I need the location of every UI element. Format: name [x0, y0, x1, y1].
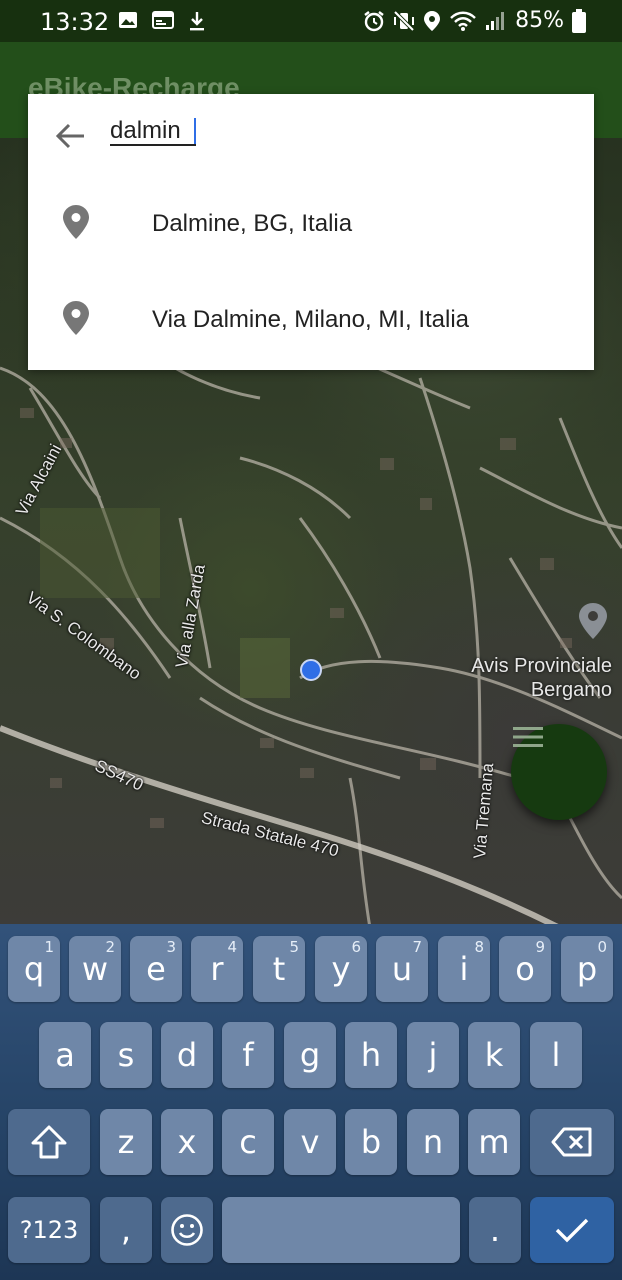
location-icon — [424, 10, 441, 31]
backspace-key[interactable] — [530, 1109, 614, 1175]
key-q[interactable]: q1 — [8, 936, 60, 1002]
search-result-item[interactable]: Dalmine, BG, Italia — [28, 176, 594, 272]
key-m[interactable]: m — [468, 1109, 520, 1175]
calendar-icon — [152, 11, 174, 29]
poi-city: Bergamo — [530, 679, 612, 701]
key-e[interactable]: e3 — [130, 936, 182, 1002]
key-a[interactable]: a — [39, 1022, 91, 1088]
key-r[interactable]: r4 — [191, 936, 243, 1002]
key-w[interactable]: w2 — [69, 936, 121, 1002]
shift-key[interactable] — [8, 1109, 90, 1175]
search-result-item[interactable]: Via Dalmine, Milano, MI, Italia — [28, 272, 594, 368]
location-pin-icon — [63, 205, 89, 239]
key-j[interactable]: j — [407, 1022, 459, 1088]
status-time: 13:32 — [40, 8, 110, 36]
download-icon — [190, 12, 204, 31]
key-f[interactable]: f — [222, 1022, 274, 1088]
battery-icon — [572, 8, 586, 33]
key-t[interactable]: t5 — [253, 936, 305, 1002]
emoji-key[interactable] — [161, 1197, 213, 1263]
location-pin-icon — [63, 301, 89, 335]
battery-percent: 85% — [515, 8, 564, 33]
emoji-icon — [171, 1214, 203, 1246]
checkmark-icon — [555, 1218, 589, 1243]
done-key[interactable] — [530, 1197, 614, 1263]
wifi-icon — [450, 11, 476, 31]
key-v[interactable]: v — [284, 1109, 336, 1175]
key-s[interactable]: s — [100, 1022, 152, 1088]
key-d[interactable]: d — [161, 1022, 213, 1088]
search-result-label: Dalmine, BG, Italia — [152, 210, 353, 237]
key-b[interactable]: b — [345, 1109, 397, 1175]
search-input-underline — [110, 144, 196, 146]
status-bar: 13:32 85% — [0, 0, 622, 42]
vibrate-mute-icon — [393, 10, 415, 31]
alarm-icon — [364, 10, 384, 31]
key-c[interactable]: c — [222, 1109, 274, 1175]
key-z[interactable]: z — [100, 1109, 152, 1175]
key-h[interactable]: h — [345, 1022, 397, 1088]
key-o[interactable]: o9 — [499, 936, 551, 1002]
key-i[interactable]: i8 — [438, 936, 490, 1002]
key-u[interactable]: u7 — [376, 936, 428, 1002]
poi-label[interactable]: Avis Provinciale Bergamo — [452, 654, 612, 702]
key-k[interactable]: k — [468, 1022, 520, 1088]
poi-name: Avis Provinciale — [471, 655, 612, 677]
text-cursor — [194, 118, 196, 144]
search-result-label: Via Dalmine, Milano, MI, Italia — [152, 306, 470, 333]
menu-icon — [513, 727, 543, 747]
symbols-key[interactable]: ?123 — [8, 1197, 90, 1263]
backspace-icon — [551, 1127, 592, 1157]
space-key[interactable] — [222, 1197, 460, 1263]
key-p[interactable]: p0 — [561, 936, 613, 1002]
arrow-back-icon — [55, 123, 84, 149]
comma-key[interactable]: , — [100, 1197, 152, 1263]
search-input[interactable] — [110, 114, 570, 148]
key-x[interactable]: x — [161, 1109, 213, 1175]
key-n[interactable]: n — [407, 1109, 459, 1175]
shift-icon — [31, 1125, 67, 1159]
signal-icon — [486, 11, 505, 30]
place-search-card: Dalmine, BG, Italia Via Dalmine, Milano,… — [28, 94, 594, 370]
period-key[interactable]: . — [469, 1197, 521, 1263]
poi-marker-icon[interactable] — [578, 602, 608, 640]
soft-keyboard: q1 w2 e3 r4 t5 y6 u7 i8 o9 p0 a s d f g … — [0, 924, 622, 1280]
key-g[interactable]: g — [284, 1022, 336, 1088]
menu-fab-button[interactable] — [511, 724, 607, 820]
key-y[interactable]: y6 — [315, 936, 367, 1002]
key-l[interactable]: l — [530, 1022, 582, 1088]
current-location-dot — [300, 659, 322, 681]
image-icon — [119, 12, 137, 28]
back-button[interactable] — [50, 116, 90, 156]
